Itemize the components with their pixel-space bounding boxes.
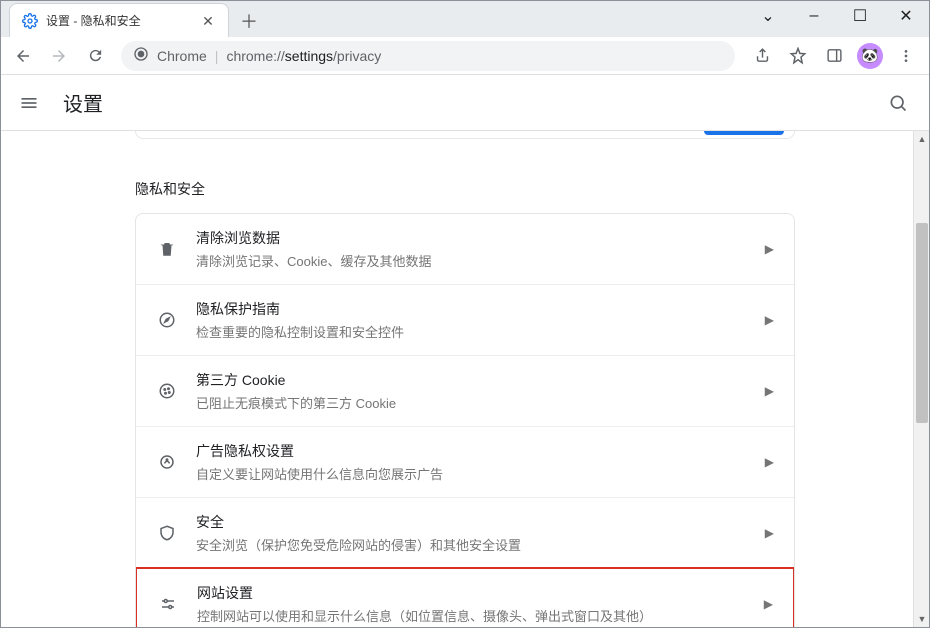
scroll-down-arrow[interactable]: ▼ xyxy=(914,611,929,627)
page-title: 设置 xyxy=(63,88,103,117)
url-label: Chrome xyxy=(157,48,207,64)
minimize-button[interactable]: – xyxy=(791,1,837,31)
row-title: 第三方 Cookie xyxy=(196,370,747,390)
section-title: 隐私和安全 xyxy=(135,179,795,199)
row-subtitle: 检查重要的隐私控制设置和安全控件 xyxy=(196,322,747,341)
new-tab-button[interactable]: ＋ xyxy=(235,7,263,35)
row-ad-privacy[interactable]: 广告隐私权设置 自定义要让网站使用什么信息向您展示广告 ▶ xyxy=(136,426,794,497)
cookie-icon xyxy=(156,382,178,400)
url-text: chrome://settings/privacy xyxy=(226,48,381,64)
gear-icon xyxy=(22,13,38,29)
side-panel-icon[interactable] xyxy=(817,40,851,72)
chevron-right-icon: ▶ xyxy=(765,242,774,256)
row-title: 隐私保护指南 xyxy=(196,299,747,319)
profile-avatar[interactable]: 🐼 xyxy=(853,40,887,72)
row-privacy-guide[interactable]: 隐私保护指南 检查重要的隐私控制设置和安全控件 ▶ xyxy=(136,284,794,355)
address-bar: Chrome | chrome://settings/privacy 🐼 xyxy=(1,37,929,75)
tab-title: 设置 - 隐私和安全 xyxy=(46,12,192,29)
row-title: 安全 xyxy=(196,512,747,532)
trash-icon xyxy=(156,240,178,258)
maximize-button[interactable]: ☐ xyxy=(837,1,883,31)
partial-card-above xyxy=(135,131,795,139)
settings-header: 设置 xyxy=(1,75,929,131)
scroll-thumb[interactable] xyxy=(916,223,928,423)
row-title: 广告隐私权设置 xyxy=(196,441,747,461)
bookmark-icon[interactable] xyxy=(781,40,815,72)
titlebar: 设置 - 隐私和安全 ✕ ＋ ⌄ – ☐ ✕ xyxy=(1,1,929,37)
chrome-window: 设置 - 隐私和安全 ✕ ＋ ⌄ – ☐ ✕ Chrome | chr xyxy=(0,0,930,628)
compass-icon xyxy=(156,311,178,329)
site-info-icon[interactable] xyxy=(133,46,149,65)
chevron-right-icon: ▶ xyxy=(765,526,774,540)
omnibox[interactable]: Chrome | chrome://settings/privacy xyxy=(121,41,735,71)
row-subtitle: 已阻止无痕模式下的第三方 Cookie xyxy=(196,393,747,412)
forward-button[interactable] xyxy=(43,40,75,72)
reload-button[interactable] xyxy=(79,40,111,72)
row-subtitle: 清除浏览记录、Cookie、缓存及其他数据 xyxy=(196,251,747,270)
row-site-settings[interactable]: 网站设置 控制网站可以使用和显示什么信息（如位置信息、摄像头、弹出式窗口及其他）… xyxy=(135,567,795,627)
share-icon[interactable] xyxy=(745,40,779,72)
chevron-right-icon: ▶ xyxy=(765,384,774,398)
close-tab-icon[interactable]: ✕ xyxy=(200,14,216,28)
close-window-button[interactable]: ✕ xyxy=(883,1,929,31)
row-third-party-cookies[interactable]: 第三方 Cookie 已阻止无痕模式下的第三方 Cookie ▶ xyxy=(136,355,794,426)
privacy-card: 清除浏览数据 清除浏览记录、Cookie、缓存及其他数据 ▶ 隐私保护指南 检查… xyxy=(135,213,795,627)
search-icon[interactable] xyxy=(881,86,915,120)
window-dropdown-button[interactable]: ⌄ xyxy=(745,1,791,31)
chevron-right-icon: ▶ xyxy=(765,313,774,327)
row-security[interactable]: 安全 安全浏览（保护您免受危险网站的侵害）和其他安全设置 ▶ xyxy=(136,497,794,568)
back-button[interactable] xyxy=(7,40,39,72)
ads-icon xyxy=(156,453,178,471)
scroll-up-arrow[interactable]: ▲ xyxy=(914,131,929,147)
chevron-right-icon: ▶ xyxy=(764,597,773,611)
row-clear-browsing-data[interactable]: 清除浏览数据 清除浏览记录、Cookie、缓存及其他数据 ▶ xyxy=(136,214,794,284)
settings-content: 隐私和安全 清除浏览数据 清除浏览记录、Cookie、缓存及其他数据 ▶ xyxy=(1,131,929,627)
row-title: 网站设置 xyxy=(197,583,746,603)
window-controls: ⌄ – ☐ ✕ xyxy=(745,1,929,31)
kebab-menu-icon[interactable] xyxy=(889,40,923,72)
row-subtitle: 安全浏览（保护您免受危险网站的侵害）和其他安全设置 xyxy=(196,535,747,554)
chevron-right-icon: ▶ xyxy=(765,455,774,469)
vertical-scrollbar[interactable]: ▲ ▼ xyxy=(913,131,929,627)
row-subtitle: 控制网站可以使用和显示什么信息（如位置信息、摄像头、弹出式窗口及其他） xyxy=(197,606,746,625)
shield-icon xyxy=(156,524,178,542)
row-title: 清除浏览数据 xyxy=(196,228,747,248)
row-subtitle: 自定义要让网站使用什么信息向您展示广告 xyxy=(196,464,747,483)
sliders-icon xyxy=(157,595,179,613)
hamburger-menu-icon[interactable] xyxy=(15,89,43,117)
browser-tab[interactable]: 设置 - 隐私和安全 ✕ xyxy=(9,3,229,37)
